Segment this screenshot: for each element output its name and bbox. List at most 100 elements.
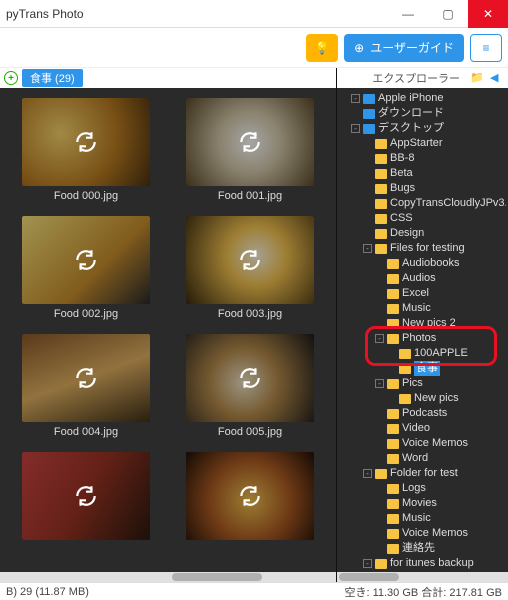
photo-thumbnail[interactable] <box>22 452 150 540</box>
tree-label: Video <box>402 421 430 436</box>
photo-thumbnail[interactable] <box>186 452 314 540</box>
folder-icon <box>363 94 375 104</box>
tree-row[interactable]: Voice Memos <box>339 526 506 541</box>
expand-toggle[interactable]: - <box>363 559 372 568</box>
tree-row[interactable]: Bugs <box>339 181 506 196</box>
album-header: + 食事 (29) <box>0 68 336 88</box>
photo-thumbnail[interactable] <box>186 216 314 304</box>
photo-caption: Food 002.jpg <box>54 308 118 320</box>
tree-row[interactable]: - Photos <box>339 331 506 346</box>
close-button[interactable]: ✕ <box>468 0 508 28</box>
photo-card: Food 004.jpg <box>10 334 162 438</box>
tree-row[interactable]: 100APPLE <box>339 346 506 361</box>
tree-row[interactable]: Video <box>339 421 506 436</box>
folder-icon <box>387 319 399 329</box>
maximize-button[interactable]: ▢ <box>428 0 468 28</box>
tree-row[interactable]: - Pics <box>339 376 506 391</box>
tree-row[interactable]: CSS <box>339 211 506 226</box>
expand-toggle[interactable]: - <box>351 94 360 103</box>
title-bar: pyTrans Photo — ▢ ✕ <box>0 0 508 28</box>
expand-toggle[interactable]: - <box>375 334 384 343</box>
photo-thumbnail[interactable] <box>22 334 150 422</box>
explorer-collapse-icon[interactable]: ◀ <box>490 71 504 85</box>
tree-row[interactable]: Voice Memos <box>339 436 506 451</box>
tree-label: Pics <box>402 376 423 391</box>
folder-icon <box>387 409 399 419</box>
tree-row[interactable]: Design <box>339 226 506 241</box>
photo-caption: Food 005.jpg <box>218 426 282 438</box>
tree-row[interactable]: 連絡先 <box>339 541 506 556</box>
tree-label: Word <box>402 451 428 466</box>
tree-row[interactable]: -for itunes backup <box>339 556 506 571</box>
minimize-button[interactable]: — <box>388 0 428 28</box>
tree-row[interactable]: -Apple iPhone <box>339 91 506 106</box>
tree-label: New pics <box>414 391 459 406</box>
tree-row[interactable]: Beta <box>339 166 506 181</box>
folder-icon <box>387 499 399 509</box>
photo-card: Food 003.jpg <box>174 216 326 320</box>
tree-label: BB-8 <box>390 151 414 166</box>
tree-row[interactable]: Audios <box>339 271 506 286</box>
tree-row[interactable]: Podcasts <box>339 406 506 421</box>
album-tab[interactable]: 食事 (29) <box>22 69 83 87</box>
tree-label: デスクトップ <box>378 121 444 136</box>
tree-row[interactable]: New pics <box>339 391 506 406</box>
tree-row[interactable]: ダウンロード <box>339 106 506 121</box>
tree-row[interactable]: -Folder for test <box>339 466 506 481</box>
expand-toggle[interactable]: - <box>363 469 372 478</box>
refresh-icon <box>186 452 314 540</box>
tree-row[interactable]: Word <box>339 451 506 466</box>
tree-row[interactable]: Music <box>339 511 506 526</box>
photo-card: Food 005.jpg <box>174 334 326 438</box>
hamburger-icon: ≡ <box>482 41 489 55</box>
photo-caption: Food 000.jpg <box>54 190 118 202</box>
tree-row[interactable]: BB-8 <box>339 151 506 166</box>
tree-row[interactable]: New pics 2 <box>339 316 506 331</box>
photo-thumbnail[interactable] <box>186 98 314 186</box>
expand-toggle[interactable]: - <box>351 124 360 133</box>
tree-label: Voice Memos <box>402 436 468 451</box>
horizontal-scrollbar-right[interactable] <box>337 572 508 582</box>
tree-row[interactable]: Excel <box>339 286 506 301</box>
tree-row[interactable]: 食事 <box>339 361 506 376</box>
photo-thumbnail[interactable] <box>22 98 150 186</box>
folder-icon <box>387 454 399 464</box>
photo-caption: Food 003.jpg <box>218 308 282 320</box>
tree-label: Photos <box>402 331 436 346</box>
tree-row[interactable]: CopyTransCloudlyJPv3.010_be <box>339 196 506 211</box>
folder-icon <box>387 289 399 299</box>
tree-row[interactable]: Movies <box>339 496 506 511</box>
tree-row[interactable]: Music <box>339 301 506 316</box>
tree-row[interactable]: - Files for testing <box>339 241 506 256</box>
tree-label: CopyTransCloudlyJPv3.010_be <box>390 196 506 211</box>
horizontal-scrollbar-left[interactable] <box>0 572 336 582</box>
tree-row[interactable]: - デスクトップ <box>339 121 506 136</box>
refresh-icon <box>22 216 150 304</box>
menu-button[interactable]: ≡ <box>470 34 502 62</box>
expand-toggle[interactable]: - <box>375 379 384 388</box>
tree-label: Excel <box>402 286 429 301</box>
photo-card: Food 000.jpg <box>10 98 162 202</box>
tree-row[interactable]: Audiobooks <box>339 256 506 271</box>
tree-label: Movies <box>402 496 437 511</box>
explorer-folder-icon[interactable]: 📁 <box>470 71 484 85</box>
tree-label: Design <box>390 226 424 241</box>
tree-label: ダウンロード <box>378 106 444 121</box>
tree-label: Files for testing <box>390 241 465 256</box>
tree-label: New pics 2 <box>402 316 456 331</box>
add-album-button[interactable]: + <box>4 71 18 85</box>
tree-label: Logs <box>402 481 426 496</box>
window-title: pyTrans Photo <box>6 7 388 21</box>
photo-card <box>174 452 326 544</box>
folder-icon <box>375 139 387 149</box>
tree-row[interactable]: Logs <box>339 481 506 496</box>
folder-icon <box>363 124 375 134</box>
photo-thumbnail[interactable] <box>186 334 314 422</box>
photo-caption: Food 001.jpg <box>218 190 282 202</box>
tree-row[interactable]: AppStarter <box>339 136 506 151</box>
expand-toggle[interactable]: - <box>363 244 372 253</box>
hint-button[interactable]: 💡 <box>306 34 338 62</box>
user-guide-button[interactable]: ⊕ ユーザーガイド <box>344 34 464 62</box>
folder-icon <box>387 379 399 389</box>
photo-thumbnail[interactable] <box>22 216 150 304</box>
